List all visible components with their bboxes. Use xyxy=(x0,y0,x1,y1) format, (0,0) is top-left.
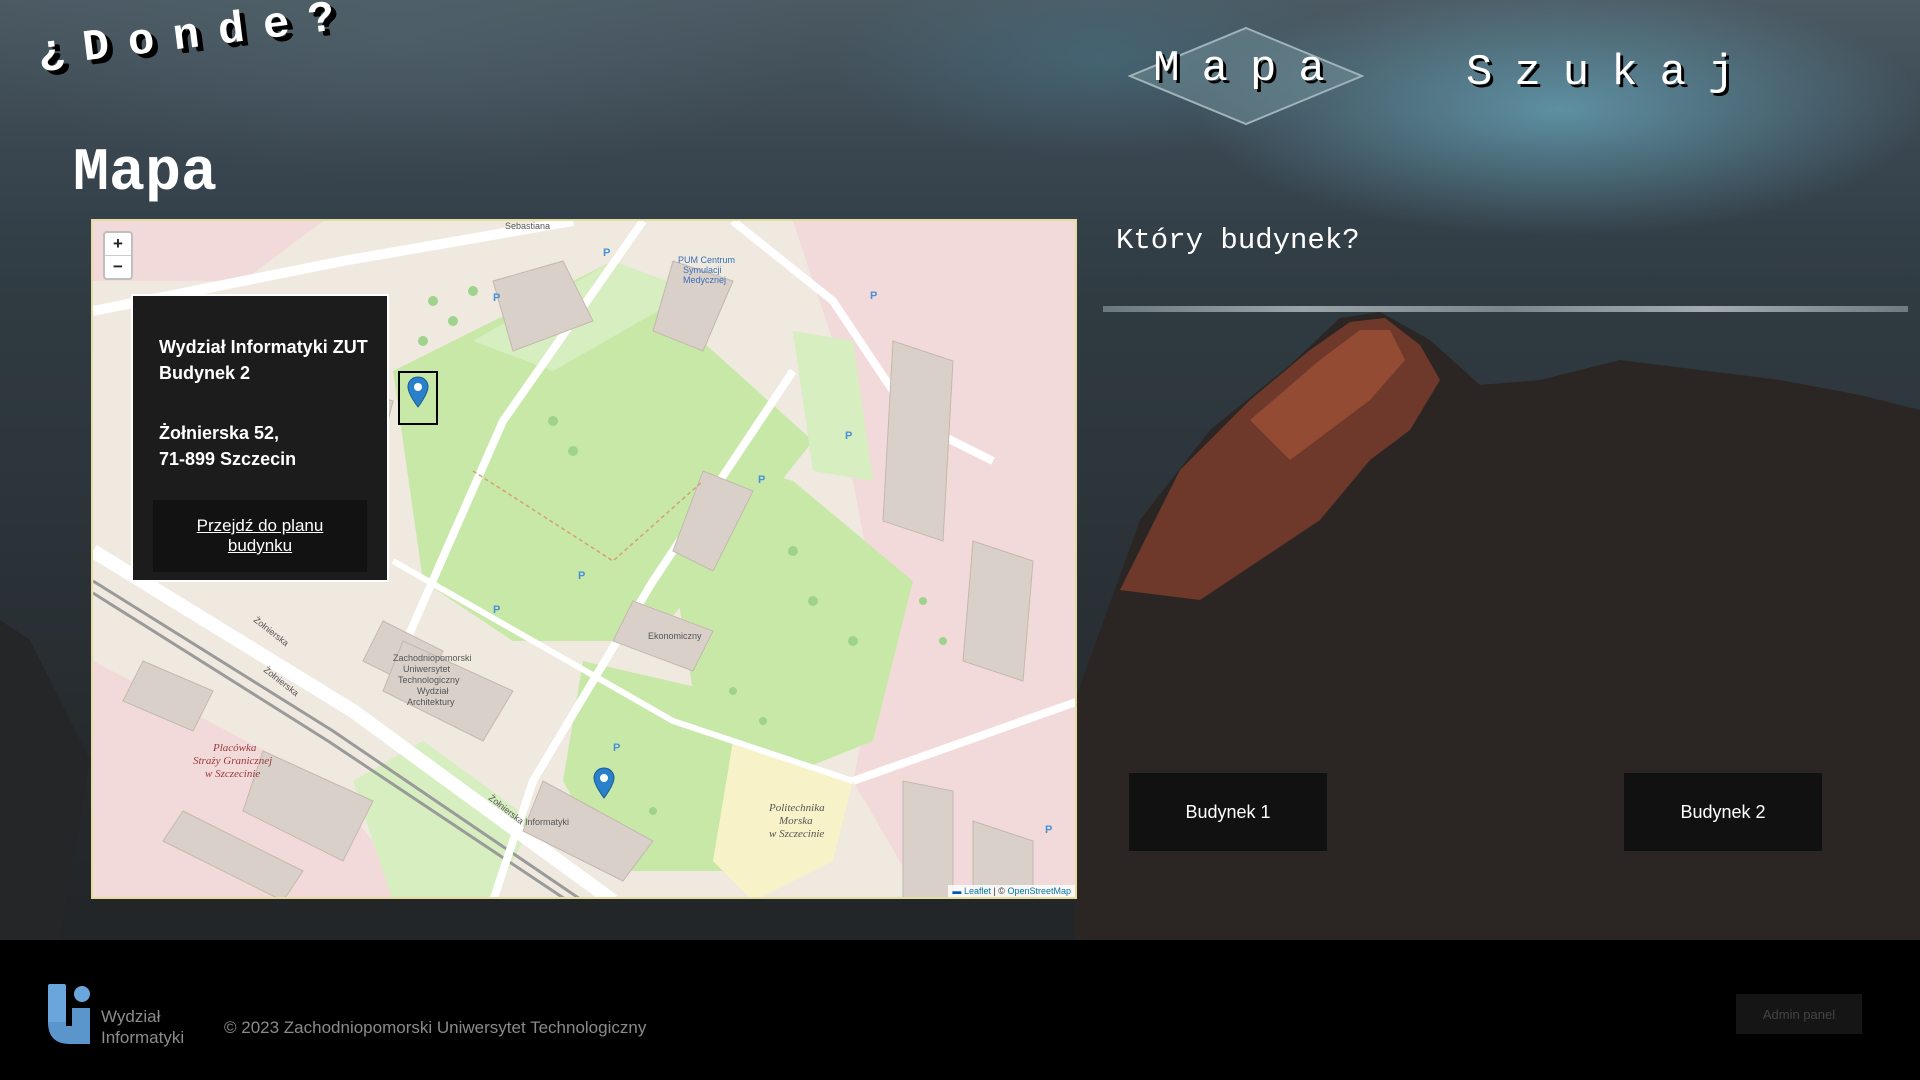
zoom-control: + − xyxy=(103,231,133,280)
map-label-campus-bldg: Informatyki xyxy=(525,817,569,827)
popup-title: Wydział Informatyki ZUT Budynek 2 xyxy=(159,334,368,386)
map-label-place-3: w Szczecinie xyxy=(205,768,260,780)
building-2-button[interactable]: Budynek 2 xyxy=(1624,773,1822,851)
admin-panel-button[interactable]: Admin panel xyxy=(1736,994,1862,1034)
attribution-separator: | © xyxy=(990,886,1008,896)
header: ¿Donde? Mapa Szukaj xyxy=(0,0,1920,138)
footer: Wydział Informatyki © 2023 Zachodniopomo… xyxy=(0,940,1920,1080)
map-popup: Wydział Informatyki ZUT Budynek 2 Żołnie… xyxy=(131,294,389,582)
map-label-eco: Ekonomiczny xyxy=(648,631,702,641)
popup-address: Żołnierska 52, 71-899 Szczecin xyxy=(159,420,296,472)
map-marker-icon[interactable] xyxy=(593,767,615,799)
nav-mapa[interactable]: Mapa xyxy=(1150,44,1350,94)
page-title: Mapa xyxy=(73,140,218,208)
map-label-place-1: Placówka xyxy=(212,742,257,754)
divider xyxy=(1103,306,1908,312)
wi-logo-text: Wydział Informatyki xyxy=(101,1006,184,1048)
wi-logo-icon xyxy=(48,984,90,1044)
wi-logo-line2: Informatyki xyxy=(101,1028,185,1047)
popup-city: 71-899 Szczecin xyxy=(159,449,297,469)
map-label-bldg-2: Uniwersytet xyxy=(403,664,451,674)
map-parking-3: P xyxy=(870,290,877,302)
attribution-osm-link[interactable]: OpenStreetMap xyxy=(1007,886,1071,896)
map-marker-icon[interactable] xyxy=(407,376,429,408)
map-label-bldg-1: Zachodniopomorski xyxy=(393,653,472,663)
map-label-campus-2: Morska xyxy=(778,815,813,827)
map-parking-8: P xyxy=(613,742,620,754)
popup-faculty: Wydział Informatyki ZUT xyxy=(159,337,368,357)
go-to-building-plan-button[interactable]: Przejdź do planu budynku xyxy=(153,500,367,572)
ukraine-flag-icon: ▬ xyxy=(952,886,962,896)
popup-street: Żołnierska 52, xyxy=(159,423,280,443)
map-parking-6: P xyxy=(578,570,585,582)
site-logo[interactable]: ¿Donde? xyxy=(35,0,357,80)
building-1-button[interactable]: Budynek 1 xyxy=(1129,773,1327,851)
map-parking-4: P xyxy=(845,430,852,442)
attribution-leaflet-link[interactable]: Leaflet xyxy=(964,886,991,896)
map-parking-1: P xyxy=(603,247,610,259)
map-parking-2: P xyxy=(493,292,500,304)
map-parking-9: P xyxy=(1045,824,1052,836)
zoom-in-button[interactable]: + xyxy=(105,233,131,255)
map-parking-7: P xyxy=(493,604,500,616)
map-label-arch: Architektury xyxy=(407,697,455,707)
map-label-bldg-4: Wydział xyxy=(417,686,448,696)
map[interactable]: Sebastiana Żołnierska Żołnierska Żołnier… xyxy=(91,219,1077,899)
map-label-place-2: Straży Granicznej xyxy=(193,755,272,767)
map-label-pum-1: PUM Centrum xyxy=(678,255,735,265)
map-parking-5: P xyxy=(758,474,765,486)
copyright: © 2023 Zachodniopomorski Uniwersytet Tec… xyxy=(224,1018,647,1037)
building-question: Który budynek? xyxy=(1116,224,1360,257)
map-attribution: ▬ Leaflet | © OpenStreetMap xyxy=(948,885,1075,897)
map-label-campus-1: Politechnika xyxy=(768,802,825,814)
map-label-campus-3: w Szczecinie xyxy=(769,828,824,840)
map-street-sebastiana: Sebastiana xyxy=(505,221,550,231)
popup-building: Budynek 2 xyxy=(159,363,251,383)
map-label-bldg-3: Technologiczny xyxy=(398,675,460,685)
zoom-out-button[interactable]: − xyxy=(105,255,131,278)
wi-logo-line1: Wydział xyxy=(101,1007,161,1026)
map-label-pum-3: Medycznej xyxy=(683,275,726,285)
nav-szukaj[interactable]: Szukaj xyxy=(1466,48,1756,98)
map-label-pum-2: Symulacji xyxy=(683,265,722,275)
